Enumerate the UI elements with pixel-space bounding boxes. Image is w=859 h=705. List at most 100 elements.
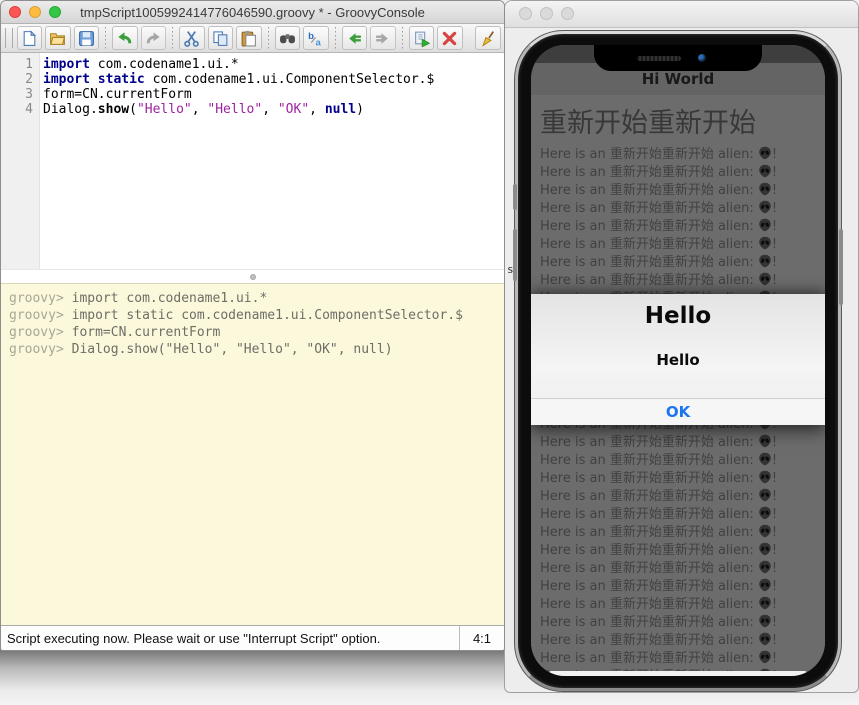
line-number: 4 — [1, 102, 43, 117]
window-title: tmpScript1005992414776046590.groovy * - … — [80, 5, 425, 20]
alien-emoji-icon — [758, 506, 772, 520]
code-editor[interactable]: 1import com.codename1.ui.*2import static… — [1, 53, 504, 269]
ok-button-label: OK — [666, 403, 690, 421]
alien-row: Here is an 重新开始重新开始 alien: ! — [540, 506, 825, 524]
alien-emoji-icon — [758, 596, 772, 610]
undo-icon — [116, 30, 133, 47]
window-controls — [9, 6, 61, 18]
toolbar: ba — [1, 24, 504, 53]
alien-row: Here is an 重新开始重新开始 alien: ! — [540, 524, 825, 542]
line-number: 1 — [1, 57, 43, 72]
history-next-icon — [374, 30, 391, 47]
alien-emoji-icon — [758, 254, 772, 268]
code-line[interactable]: 2import static com.codename1.ui.Componen… — [1, 72, 504, 87]
zoom-button[interactable] — [561, 7, 574, 20]
alien-row: Here is an 重新开始重新开始 alien: ! — [540, 560, 825, 578]
app-title: Hi World — [642, 70, 715, 88]
caret-position: 4:1 — [459, 626, 504, 650]
status-message: Script executing now. Please wait or use… — [1, 631, 459, 646]
console-output-line: groovy> Dialog.show("Hello", "Hello", "O… — [9, 341, 504, 358]
alien-emoji-icon — [758, 650, 772, 664]
splitter-handle-icon[interactable] — [250, 274, 256, 280]
line-number: 3 — [1, 87, 43, 102]
redo-button[interactable] — [141, 26, 167, 50]
toolbar-drag-handle[interactable] — [5, 28, 13, 48]
undo-button[interactable] — [112, 26, 138, 50]
simulator-window: s Hi World 重新开始重新开始 Here is an 重新开始重新开始 … — [504, 0, 859, 693]
paste-button[interactable] — [236, 26, 262, 50]
groovy-console-titlebar[interactable]: tmpScript1005992414776046590.groovy * - … — [1, 1, 504, 24]
alien-row: Here is an 重新开始重新开始 alien: ! — [540, 614, 825, 632]
code-line[interactable]: 4Dialog.show("Hello", "Hello", "OK", nul… — [1, 102, 504, 117]
ok-button[interactable]: OK — [531, 398, 825, 425]
splitter[interactable] — [1, 269, 504, 283]
interrupt-script-button[interactable] — [437, 26, 463, 50]
alien-row: Here is an 重新开始重新开始 alien: ! — [540, 200, 825, 218]
svg-text:a: a — [316, 37, 322, 47]
alien-row: Here is an 重新开始重新开始 alien: ! — [540, 236, 825, 254]
alien-emoji-icon — [758, 614, 772, 628]
alien-emoji-icon — [758, 272, 772, 286]
phone-notch — [594, 45, 762, 71]
history-next-button[interactable] — [370, 26, 396, 50]
toolbar-separator — [172, 27, 173, 49]
front-camera-icon — [698, 54, 706, 62]
alien-row: Here is an 重新开始重新开始 alien: ! — [540, 254, 825, 272]
console-output[interactable]: groovy> import com.codename1.ui.* groovy>… — [1, 283, 504, 630]
volume-up-button — [513, 184, 517, 210]
close-button[interactable] — [519, 7, 532, 20]
alien-row: Here is an 重新开始重新开始 alien: ! — [540, 488, 825, 506]
clear-output-button[interactable] — [475, 26, 501, 50]
alien-emoji-icon — [758, 524, 772, 538]
execute-script-button[interactable] — [409, 26, 435, 50]
alien-emoji-icon — [758, 164, 772, 178]
alien-emoji-icon — [758, 236, 772, 250]
redo-icon — [145, 30, 162, 47]
alien-row: Here is an 重新开始重新开始 alien: ! — [540, 272, 825, 290]
copy-button[interactable] — [208, 26, 234, 50]
find-button[interactable] — [275, 26, 301, 50]
history-previous-icon — [346, 30, 363, 47]
toolbar-separator — [105, 27, 106, 49]
new-file-button[interactable] — [17, 26, 43, 50]
zoom-button[interactable] — [49, 6, 61, 18]
code-line[interactable]: 1import com.codename1.ui.* — [1, 57, 504, 72]
simulator-titlebar[interactable] — [505, 1, 858, 28]
alien-emoji-icon — [758, 470, 772, 484]
toolbar-separator — [402, 27, 403, 49]
save-button[interactable] — [74, 26, 100, 50]
replace-button[interactable]: ba — [303, 26, 329, 50]
code-line[interactable]: 3form=CN.currentForm — [1, 87, 504, 102]
alien-row: Here is an 重新开始重新开始 alien: ! — [540, 650, 825, 668]
copy-icon — [212, 30, 229, 47]
alien-row: Here is an 重新开始重新开始 alien: ! — [540, 542, 825, 560]
power-button — [839, 229, 843, 305]
alien-emoji-icon — [758, 488, 772, 502]
hello-dialog: Hello Hello OK — [531, 294, 825, 425]
alien-row: Here is an 重新开始重新开始 alien: ! — [540, 182, 825, 200]
minimize-button[interactable] — [29, 6, 41, 18]
alien-row: Here is an 重新开始重新开始 alien: ! — [540, 632, 825, 650]
find-icon — [279, 30, 296, 47]
execute-script-icon — [413, 30, 430, 47]
open-file-button[interactable] — [45, 26, 71, 50]
home-indicator — [549, 671, 808, 676]
alien-emoji-icon — [758, 452, 772, 466]
minimize-button[interactable] — [540, 7, 553, 20]
alien-row: Here is an 重新开始重新开始 alien: ! — [540, 470, 825, 488]
phone-frame: Hi World 重新开始重新开始 Here is an 重新开始重新开始 al… — [515, 31, 841, 691]
alien-emoji-icon — [758, 578, 772, 592]
clear-output-icon — [480, 30, 497, 47]
alien-row: Here is an 重新开始重新开始 alien: ! — [540, 596, 825, 614]
dialog-body: Hello — [531, 351, 825, 369]
alien-emoji-icon — [758, 632, 772, 646]
close-button[interactable] — [9, 6, 21, 18]
history-previous-button[interactable] — [342, 26, 368, 50]
alien-row: Here is an 重新开始重新开始 alien: ! — [540, 164, 825, 182]
line-number: 2 — [1, 72, 43, 87]
cut-button[interactable] — [179, 26, 205, 50]
alien-row: Here is an 重新开始重新开始 alien: ! — [540, 146, 825, 164]
paste-icon — [240, 30, 257, 47]
console-output-line: groovy> import com.codename1.ui.* — [9, 290, 504, 307]
simulator-window-controls — [519, 7, 574, 20]
